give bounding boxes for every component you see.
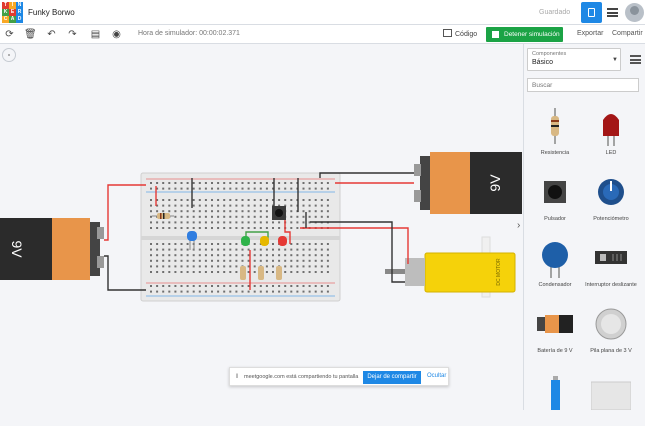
- screen-share-banner: ‖ meetgoogle.com está compartiendo tu pa…: [229, 367, 449, 386]
- export-button[interactable]: Exportar: [577, 30, 603, 37]
- resistor-icon: [551, 108, 559, 144]
- component-label: Batería de 9 V: [537, 348, 573, 354]
- battery-aa-icon: [551, 376, 560, 410]
- motor-label: DC MOTOR: [496, 258, 502, 286]
- component-more-1[interactable]: [527, 362, 583, 426]
- chevron-down-icon: ▼: [612, 57, 618, 63]
- circuit-view-button[interactable]: [581, 2, 602, 23]
- component-slide-switch[interactable]: Interruptor deslizante: [583, 230, 639, 294]
- share-button[interactable]: Compartir: [612, 30, 643, 37]
- circuit-canvas[interactable]: 9V 9V DC MOTOR: [0, 44, 522, 410]
- battery-right[interactable]: 9V: [414, 152, 522, 214]
- component-capacitor[interactable]: Condensador: [527, 230, 583, 294]
- battery-right-label: 9V: [487, 174, 503, 192]
- wire-red-left: [104, 184, 146, 241]
- logo-tile: T: [2, 2, 9, 9]
- component-label: Resistencia: [540, 150, 570, 156]
- pushbutton-icon: [544, 181, 566, 203]
- notes-icon[interactable]: ▤: [90, 29, 101, 40]
- led-yellow[interactable]: [260, 236, 269, 246]
- delete-icon[interactable]: 🗑: [24, 29, 37, 40]
- component-label: LED: [605, 150, 617, 156]
- pause-icon: ‖: [236, 374, 239, 380]
- potentiometer-icon: [598, 179, 624, 205]
- save-status: Guardado: [539, 9, 571, 16]
- component-label: Pila plana de 3 V: [590, 348, 632, 354]
- stop-simulation-button[interactable]: Detener simulación: [486, 27, 563, 42]
- battery-9v-icon: [537, 315, 573, 333]
- dc-motor[interactable]: DC MOTOR: [385, 236, 516, 298]
- design-name[interactable]: Funky Borwo: [28, 8, 75, 17]
- code-label: Código: [455, 31, 478, 38]
- rotate-icon[interactable]: ⟳: [4, 29, 15, 40]
- component-resistor[interactable]: Resistencia: [527, 98, 583, 162]
- component-potentiometer[interactable]: Potenciómetro: [583, 164, 639, 228]
- circuit-icon: [588, 8, 595, 17]
- logo-tile: D: [16, 16, 23, 23]
- list-view-icon[interactable]: [607, 8, 618, 17]
- tinkercad-logo[interactable]: TINKERCAD: [2, 2, 23, 23]
- logo-tile: N: [16, 2, 23, 9]
- component-coin-cell[interactable]: Pila plana de 3 V: [583, 296, 639, 360]
- breadboard-small-icon: [591, 381, 631, 410]
- components-dropdown-label: Componentes: [532, 51, 567, 57]
- list-view-toggle-icon[interactable]: [630, 55, 641, 64]
- logo-tile: R: [16, 9, 23, 16]
- logo-tile: A: [9, 16, 16, 23]
- component-label: Condensador: [538, 282, 572, 288]
- led-icon: [603, 114, 619, 146]
- component-led[interactable]: LED: [583, 98, 639, 162]
- capacitor-icon: [542, 242, 568, 278]
- logo-tile: I: [9, 2, 16, 9]
- logo-tile: K: [2, 9, 9, 16]
- battery-left-label: 9V: [9, 240, 25, 258]
- component-more-2[interactable]: [583, 362, 639, 426]
- component-search-input[interactable]: [527, 78, 639, 92]
- toolbar: ⟳ 🗑 ↶ ↷ ▤ ◉ Hora de simulador: 00:00:02.…: [0, 25, 645, 44]
- component-battery-9v[interactable]: Batería de 9 V: [527, 296, 583, 360]
- top-bar: TINKERCAD Funky Borwo Guardado: [0, 0, 645, 25]
- logo-tile: C: [2, 16, 9, 23]
- breadboard[interactable]: [140, 172, 341, 302]
- component-label: Interruptor deslizante: [585, 282, 637, 288]
- components-dropdown-value: Básico: [532, 59, 554, 66]
- simulator-time: Hora de simulador: 00:00:02.371: [138, 30, 240, 37]
- redo-icon[interactable]: ↷: [67, 29, 78, 40]
- code-button[interactable]: Código: [443, 28, 477, 41]
- undo-icon[interactable]: ↶: [46, 29, 57, 40]
- led-green[interactable]: [241, 236, 250, 246]
- stop-sharing-button[interactable]: Dejar de compartir: [363, 371, 421, 384]
- code-icon: [443, 29, 452, 37]
- visibility-icon[interactable]: ◉: [111, 29, 122, 40]
- battery-left[interactable]: 9V: [0, 218, 104, 280]
- component-label: Potenciómetro: [593, 216, 629, 222]
- avatar[interactable]: [625, 3, 644, 22]
- hide-banner-button[interactable]: Ocultar: [427, 373, 446, 379]
- component-pushbutton[interactable]: Pulsador: [527, 164, 583, 228]
- slide-switch-icon: [595, 251, 627, 264]
- pushbutton[interactable]: [272, 206, 286, 220]
- wire-black-left: [104, 255, 146, 291]
- coin-cell-icon: [595, 308, 627, 340]
- component-label: Pulsador: [544, 216, 566, 222]
- components-dropdown[interactable]: Componentes Básico ▼: [527, 48, 621, 71]
- share-message: meetgoogle.com está compartiendo tu pant…: [244, 374, 359, 380]
- logo-tile: E: [9, 9, 16, 16]
- led-red[interactable]: [278, 236, 287, 246]
